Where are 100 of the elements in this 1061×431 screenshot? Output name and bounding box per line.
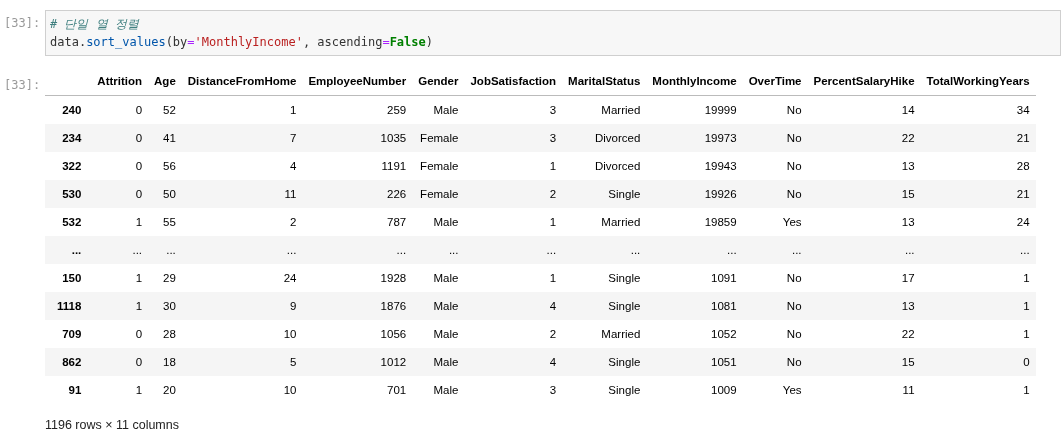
table-cell: No <box>742 124 808 152</box>
row-index: 150 <box>45 264 92 292</box>
table-cell: 18 <box>148 348 182 376</box>
table-cell: 259 <box>302 95 413 124</box>
table-cell: 0 <box>91 124 149 152</box>
table-cell: ... <box>920 236 1036 264</box>
row-index: 91 <box>45 376 92 404</box>
table-cell: 1 <box>464 152 563 180</box>
table-cell: 1009 <box>646 376 743 404</box>
output-prompt: [33]: <box>3 77 42 94</box>
table-cell: 22 <box>807 320 921 348</box>
table-cell: 1035 <box>302 124 413 152</box>
table-cell: 14 <box>807 95 921 124</box>
table-cell: 1 <box>91 208 149 236</box>
table-cell: ... <box>181 236 303 264</box>
table-cell: 2 <box>181 208 303 236</box>
table-cell: No <box>742 180 808 208</box>
row-index: 240 <box>45 95 92 124</box>
table-cell: 21 <box>920 180 1036 208</box>
table-cell: 50 <box>148 180 182 208</box>
input-prompt: [33]: <box>3 15 42 32</box>
table-cell: Single <box>562 180 647 208</box>
table-cell: Female <box>412 124 465 152</box>
table-cell: 15 <box>807 348 921 376</box>
table-cell: Single <box>562 348 647 376</box>
table-cell: 1 <box>464 208 563 236</box>
table-cell: ... <box>562 236 647 264</box>
table-cell: 5 <box>181 348 303 376</box>
row-index: 322 <box>45 152 92 180</box>
table-cell: No <box>742 152 808 180</box>
column-header: MonthlyIncome <box>646 66 743 96</box>
table-cell: Single <box>562 292 647 320</box>
column-header: Attrition <box>91 66 149 96</box>
table-cell: 24 <box>181 264 303 292</box>
table-cell: 1 <box>91 264 149 292</box>
table-cell: 1 <box>920 292 1036 320</box>
table-cell: ... <box>412 236 465 264</box>
column-header: EmployeeNumber <box>302 66 413 96</box>
table-summary: 1196 rows × 11 columns <box>45 418 180 431</box>
table-cell: 226 <box>302 180 413 208</box>
table-cell: 9 <box>181 292 303 320</box>
row-index: ... <box>45 236 92 264</box>
table-cell: 1 <box>464 264 563 292</box>
table-cell: No <box>742 292 808 320</box>
table-cell: No <box>742 95 808 124</box>
table-cell: 1091 <box>646 264 743 292</box>
table-cell: Female <box>412 180 465 208</box>
column-header: JobSatisfaction <box>464 66 563 96</box>
table-cell: No <box>742 348 808 376</box>
table-cell: 55 <box>148 208 182 236</box>
table-cell: ... <box>464 236 563 264</box>
table-cell: Divorced <box>562 152 647 180</box>
code-editor[interactable]: # 단일 열 정렬 data.sort_values(by='MonthlyIncome', ascending=False) <box>45 10 1061 56</box>
row-index: 234 <box>45 124 92 152</box>
table-cell: ... <box>646 236 743 264</box>
table-cell: 13 <box>807 292 921 320</box>
table-cell: Married <box>562 95 647 124</box>
table-cell: 13 <box>807 208 921 236</box>
column-header: Gender <box>412 66 465 96</box>
table-cell: 24 <box>920 208 1036 236</box>
table-cell: 7 <box>181 124 303 152</box>
table-cell: 11 <box>807 376 921 404</box>
table-cell: 0 <box>91 152 149 180</box>
table-cell: Male <box>412 376 465 404</box>
table-cell: 13 <box>807 152 921 180</box>
table-cell: 15 <box>807 180 921 208</box>
table-cell: 11 <box>181 180 303 208</box>
table-cell: 28 <box>920 152 1036 180</box>
column-header: OverTime <box>742 66 808 96</box>
table-cell: Male <box>412 320 465 348</box>
table-cell: 28 <box>148 320 182 348</box>
table-cell: 41 <box>148 124 182 152</box>
table-cell: 10 <box>181 320 303 348</box>
table-cell: Married <box>562 320 647 348</box>
table-cell: 4 <box>181 152 303 180</box>
table-cell: 1928 <box>302 264 413 292</box>
table-cell: 21 <box>920 124 1036 152</box>
table-cell: ... <box>742 236 808 264</box>
table-cell: 3 <box>464 124 563 152</box>
table-cell: 1 <box>920 376 1036 404</box>
row-index: 862 <box>45 348 92 376</box>
column-header: PercentSalaryHike <box>807 66 921 96</box>
table-cell: ... <box>148 236 182 264</box>
table-cell: 1191 <box>302 152 413 180</box>
table-cell: No <box>742 320 808 348</box>
table-cell: Single <box>562 376 647 404</box>
table-cell: 0 <box>91 95 149 124</box>
table-cell: ... <box>807 236 921 264</box>
table-cell: 1 <box>181 95 303 124</box>
table-cell: Male <box>412 208 465 236</box>
table-cell: 19859 <box>646 208 743 236</box>
row-index: 1118 <box>45 292 92 320</box>
row-index: 709 <box>45 320 92 348</box>
table-cell: 4 <box>464 292 563 320</box>
table-cell: 19999 <box>646 95 743 124</box>
table-cell: Divorced <box>562 124 647 152</box>
table-cell: 0 <box>91 348 149 376</box>
table-cell: 1052 <box>646 320 743 348</box>
column-header: DistanceFromHome <box>181 66 303 96</box>
table-cell: 29 <box>148 264 182 292</box>
